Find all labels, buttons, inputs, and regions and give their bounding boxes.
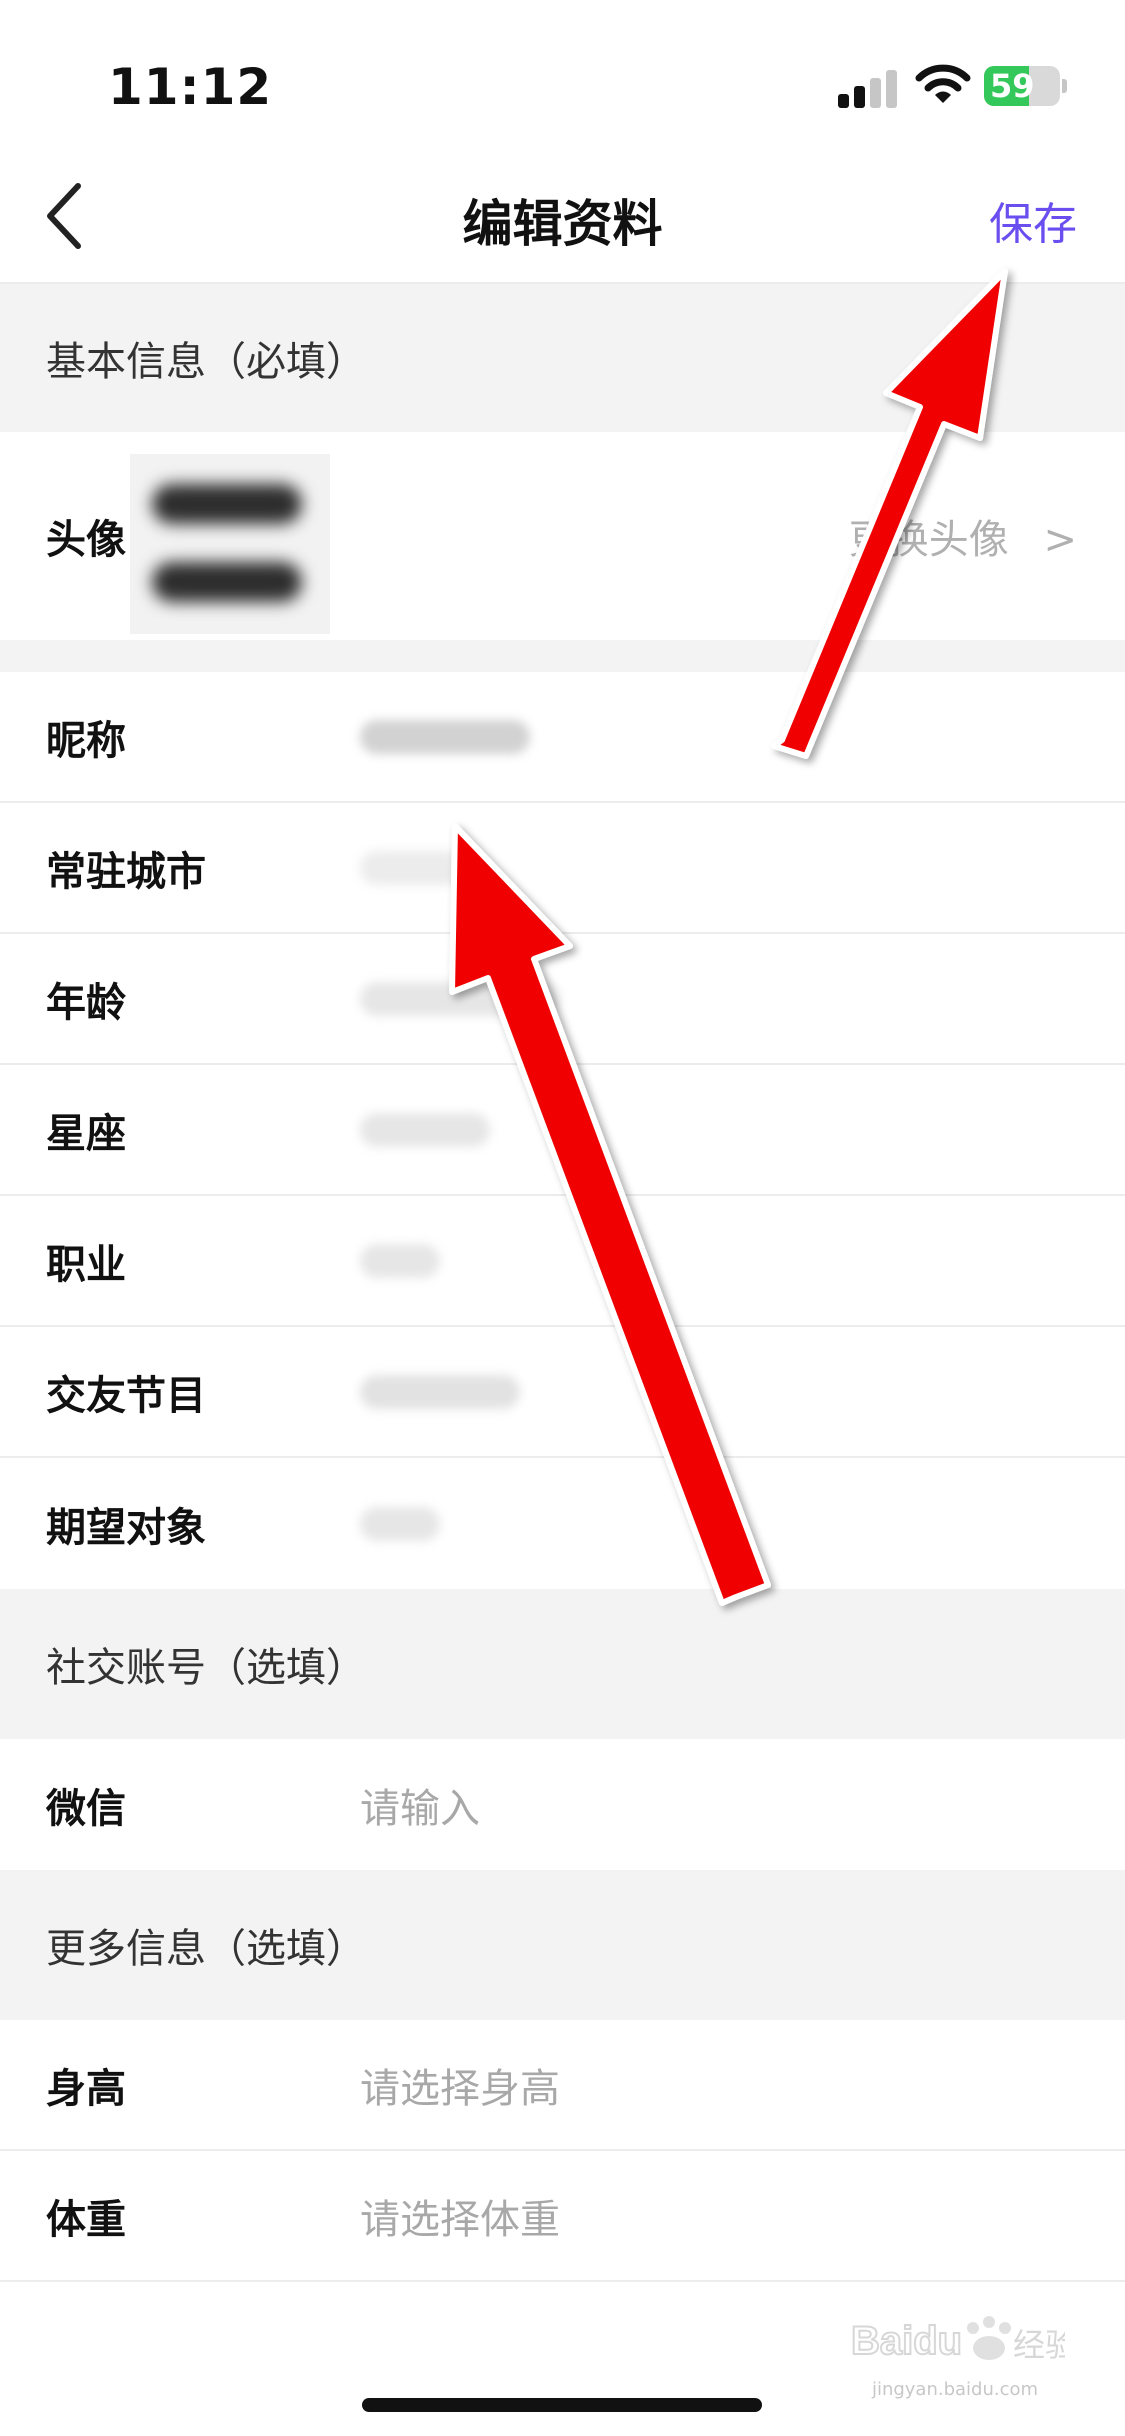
svg-text:Baidu: Baidu (851, 2319, 962, 2363)
field-row-dating-show[interactable]: 交友节目 (0, 1327, 1125, 1458)
field-row-expected-match[interactable]: 期望对象 (0, 1458, 1125, 1589)
field-value-redacted (360, 1374, 520, 1409)
field-label: 体重 (46, 2196, 126, 2243)
field-label: 昵称 (46, 717, 126, 764)
battery-icon: 59 (984, 66, 1068, 106)
watermark-logo: Baidu 经验 jingyan.baidu.com (845, 2310, 1077, 2400)
section-header-basic: 基本信息（必填） (0, 284, 1125, 432)
field-label: 星座 (46, 1110, 126, 1157)
field-value-redacted (360, 1243, 440, 1278)
field-row-wechat[interactable]: 微信 请输入 (0, 1739, 1125, 1870)
signal-icon (838, 68, 898, 108)
field-label: 期望对象 (46, 1504, 206, 1551)
battery-percent: 59 (990, 67, 1035, 105)
page-title: 编辑资料 (462, 195, 663, 253)
section-gap (0, 640, 1125, 672)
change-avatar-label: 更换头像 (848, 517, 1009, 563)
field-row-age[interactable]: 年龄 (0, 934, 1125, 1065)
avatar-row[interactable]: 头像 更换头像 > (0, 432, 1125, 640)
field-row-weight[interactable]: 体重 请选择体重 (0, 2151, 1125, 2282)
status-time: 11:12 (108, 58, 273, 116)
field-label: 交友节目 (46, 1372, 206, 1419)
field-row-city[interactable]: 常驻城市 (0, 803, 1125, 934)
field-label: 职业 (46, 1241, 126, 1288)
field-value-redacted (360, 1506, 440, 1541)
home-indicator[interactable] (362, 2398, 762, 2412)
field-label: 微信 (46, 1785, 126, 1832)
field-row-nickname[interactable]: 昵称 (0, 672, 1125, 803)
field-row-height[interactable]: 身高 请选择身高 (0, 2020, 1125, 2151)
field-row-occupation[interactable]: 职业 (0, 1196, 1125, 1327)
field-value-redacted (360, 981, 560, 1016)
nav-bar: 编辑资料 保存 (0, 150, 1125, 284)
wifi-icon (915, 64, 971, 103)
weight-select[interactable]: 请选择体重 (360, 2187, 560, 2245)
field-value-redacted (360, 719, 530, 754)
height-select[interactable]: 请选择身高 (360, 2056, 560, 2114)
field-label: 常驻城市 (46, 848, 206, 895)
change-avatar-button[interactable]: 更换头像 > (849, 507, 1077, 565)
field-value-redacted (360, 1112, 490, 1147)
field-label: 年龄 (46, 979, 126, 1026)
svg-text:经验: 经验 (1013, 2326, 1065, 2364)
avatar[interactable] (130, 454, 330, 634)
field-row-zodiac[interactable]: 星座 (0, 1065, 1125, 1196)
section-header-social: 社交账号（选填） (0, 1589, 1125, 1739)
field-value-redacted (360, 850, 470, 885)
section-header-more: 更多信息（选填） (0, 1870, 1125, 2020)
chevron-right-icon: > (1043, 517, 1077, 563)
save-button[interactable]: 保存 (989, 188, 1077, 252)
avatar-label: 头像 (46, 517, 126, 563)
status-bar: 11:12 59 (0, 0, 1125, 150)
field-label: 身高 (46, 2065, 126, 2112)
wechat-input[interactable]: 请输入 (360, 1776, 480, 1834)
watermark-url: jingyan.baidu.com (871, 2379, 1039, 2400)
